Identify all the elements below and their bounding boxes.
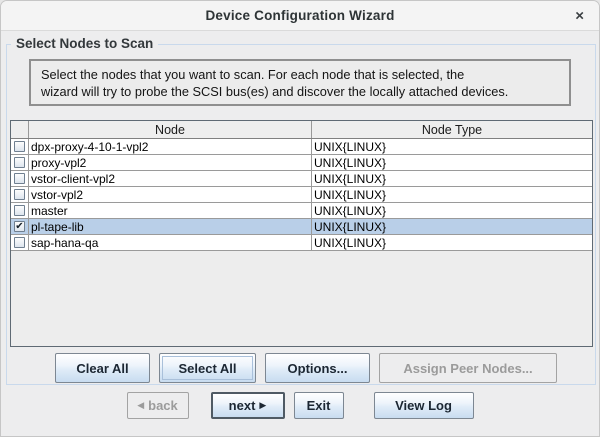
node-table-header: Node Node Type bbox=[11, 121, 592, 139]
node-name-cell: dpx-proxy-4-10-1-vpl2 bbox=[29, 139, 312, 154]
titlebar: Device Configuration Wizard × bbox=[1, 1, 599, 31]
checkbox-column-header bbox=[11, 121, 29, 138]
select-all-button[interactable]: Select All bbox=[159, 353, 256, 383]
assign-peer-nodes-button: Assign Peer Nodes... bbox=[379, 353, 557, 383]
row-checkbox-cell: ✔ bbox=[11, 219, 29, 234]
row-checkbox-cell bbox=[11, 187, 29, 202]
action-button-row: Clear All Select All Options... Assign P… bbox=[55, 353, 557, 383]
instruction-panel: Select the nodes that you want to scan. … bbox=[29, 59, 571, 106]
device-configuration-wizard-dialog: Device Configuration Wizard × Select Nod… bbox=[0, 0, 600, 437]
table-row[interactable]: sap-hana-qaUNIX{LINUX} bbox=[11, 235, 592, 251]
row-checkbox-cell bbox=[11, 171, 29, 186]
table-row[interactable]: proxy-vpl2UNIX{LINUX} bbox=[11, 155, 592, 171]
node-type-cell: UNIX{LINUX} bbox=[312, 171, 592, 186]
row-checkbox-cell bbox=[11, 139, 29, 154]
next-button[interactable]: next ▶ bbox=[211, 392, 285, 419]
nav-button-row: ◀ back next ▶ Exit View Log bbox=[1, 392, 599, 419]
node-name-cell: vstor-client-vpl2 bbox=[29, 171, 312, 186]
checkbox-checked[interactable]: ✔ bbox=[14, 221, 25, 232]
options-button[interactable]: Options... bbox=[265, 353, 370, 383]
node-type-cell: UNIX{LINUX} bbox=[312, 139, 592, 154]
node-type-cell: UNIX{LINUX} bbox=[312, 203, 592, 218]
next-arrow-icon: ▶ bbox=[259, 401, 266, 410]
node-type-cell: UNIX{LINUX} bbox=[312, 219, 592, 234]
checkbox-unchecked[interactable] bbox=[14, 173, 25, 184]
exit-button[interactable]: Exit bbox=[294, 392, 344, 419]
node-name-cell: vstor-vpl2 bbox=[29, 187, 312, 202]
checkbox-unchecked[interactable] bbox=[14, 237, 25, 248]
view-log-button[interactable]: View Log bbox=[374, 392, 474, 419]
checkbox-unchecked[interactable] bbox=[14, 141, 25, 152]
close-icon[interactable]: × bbox=[575, 8, 584, 23]
row-checkbox-cell bbox=[11, 203, 29, 218]
node-type-cell: UNIX{LINUX} bbox=[312, 235, 592, 250]
node-name-cell: proxy-vpl2 bbox=[29, 155, 312, 170]
instruction-line-1: Select the nodes that you want to scan. … bbox=[41, 66, 569, 83]
node-table: Node Node Type dpx-proxy-4-10-1-vpl2UNIX… bbox=[10, 120, 593, 347]
dialog-content: Select Nodes to Scan Select the nodes th… bbox=[1, 31, 599, 437]
node-type-cell: UNIX{LINUX} bbox=[312, 155, 592, 170]
back-button: ◀ back bbox=[127, 392, 189, 419]
row-checkbox-cell bbox=[11, 155, 29, 170]
checkbox-unchecked[interactable] bbox=[14, 205, 25, 216]
clear-all-button[interactable]: Clear All bbox=[55, 353, 150, 383]
table-row[interactable]: masterUNIX{LINUX} bbox=[11, 203, 592, 219]
next-button-label: next bbox=[229, 398, 256, 413]
checkbox-unchecked[interactable] bbox=[14, 189, 25, 200]
back-arrow-icon: ◀ bbox=[137, 401, 144, 410]
select-nodes-groupbox: Select Nodes to Scan Select the nodes th… bbox=[6, 44, 596, 385]
node-name-cell: sap-hana-qa bbox=[29, 235, 312, 250]
table-row[interactable]: vstor-vpl2UNIX{LINUX} bbox=[11, 187, 592, 203]
node-table-body: dpx-proxy-4-10-1-vpl2UNIX{LINUX}proxy-vp… bbox=[11, 139, 592, 251]
row-checkbox-cell bbox=[11, 235, 29, 250]
checkmark-icon: ✔ bbox=[15, 222, 23, 232]
table-row[interactable]: vstor-client-vpl2UNIX{LINUX} bbox=[11, 171, 592, 187]
window-title: Device Configuration Wizard bbox=[205, 8, 394, 23]
node-type-column-header[interactable]: Node Type bbox=[312, 121, 592, 138]
node-column-header[interactable]: Node bbox=[29, 121, 312, 138]
instruction-line-2: wizard will try to probe the SCSI bus(es… bbox=[41, 83, 569, 100]
checkbox-unchecked[interactable] bbox=[14, 157, 25, 168]
node-name-cell: pl-tape-lib bbox=[29, 219, 312, 234]
node-type-cell: UNIX{LINUX} bbox=[312, 187, 592, 202]
back-button-label: back bbox=[148, 398, 178, 413]
groupbox-title: Select Nodes to Scan bbox=[11, 36, 158, 51]
table-row[interactable]: ✔ pl-tape-libUNIX{LINUX} bbox=[11, 219, 592, 235]
node-name-cell: master bbox=[29, 203, 312, 218]
table-row[interactable]: dpx-proxy-4-10-1-vpl2UNIX{LINUX} bbox=[11, 139, 592, 155]
